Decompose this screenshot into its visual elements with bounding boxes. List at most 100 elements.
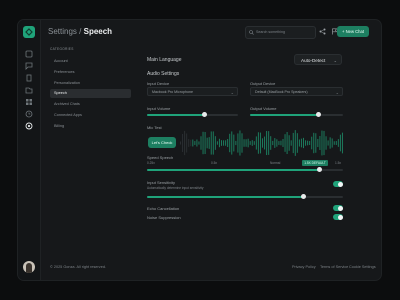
footer-terms-link[interactable]: Terms of Service	[320, 265, 348, 269]
new-chat-button[interactable]: + New Chat	[337, 26, 369, 37]
output-device-select[interactable]: Default (MacBook Pro Speakers) ⌄	[250, 87, 343, 96]
grid-icon[interactable]	[25, 98, 33, 106]
input-sensitivity-fill	[147, 196, 304, 198]
waveform-bar	[262, 138, 263, 148]
waveform-bar	[270, 136, 272, 150]
settings-gear-icon[interactable]	[25, 122, 33, 130]
share-icon[interactable]	[319, 28, 326, 35]
lets-check-button[interactable]: Let's Check	[148, 137, 176, 148]
waveform-bar	[223, 140, 225, 146]
waveform-bar	[309, 141, 311, 145]
breadcrumb-parent[interactable]: Settings	[48, 27, 77, 36]
waveform-bar	[278, 141, 280, 145]
waveform-bar	[182, 133, 184, 153]
document-icon[interactable]	[25, 74, 33, 82]
output-volume-slider[interactable]	[250, 112, 343, 117]
speed-fill	[147, 169, 320, 171]
icon-rail	[18, 20, 41, 280]
waveform-bar	[216, 141, 218, 145]
waveform-bar	[259, 132, 261, 154]
categories-title: CATEGORIES	[50, 47, 74, 51]
waveform-bar	[321, 130, 323, 156]
waveform-bar	[229, 133, 231, 153]
folder-icon[interactable]	[25, 86, 33, 94]
input-sensitivity-toggle[interactable]	[333, 181, 343, 187]
search-placeholder: Search something	[256, 30, 285, 34]
waveform-bar	[282, 139, 284, 147]
speed-speech-label: Speed Speech	[147, 155, 174, 160]
home-icon[interactable]	[25, 50, 33, 58]
input-sensitivity-slider[interactable]	[147, 194, 343, 199]
waveform-bar	[294, 130, 296, 156]
input-volume-slider[interactable]	[147, 112, 238, 117]
input-volume-label: Input Volume	[147, 106, 171, 111]
search-input[interactable]: Search something	[245, 26, 316, 39]
input-device-select[interactable]: Macbook Pro Microphone ⌄	[147, 87, 238, 96]
input-volume-knob[interactable]	[201, 112, 207, 117]
speed-default-tag: 1.5X DEFAULT	[302, 160, 328, 166]
waveform-bar	[225, 140, 227, 146]
main-language-select[interactable]: Auto-Detect ⌄	[294, 54, 342, 65]
footer-privacy-link[interactable]: Privacy Policy	[292, 265, 316, 269]
logo[interactable]	[23, 26, 35, 38]
waveform-bar	[245, 139, 247, 147]
speed-slider[interactable]	[147, 167, 343, 172]
waveform-bar	[198, 141, 200, 145]
output-volume-knob[interactable]	[316, 112, 322, 117]
footer-cookie-link[interactable]: Cookie Settings	[349, 265, 376, 269]
top-bar: Settings / Speech Search something + New…	[40, 20, 381, 44]
clock-icon[interactable]	[25, 110, 33, 118]
input-device-value: Macbook Pro Microphone	[152, 90, 193, 94]
waveform-bar	[323, 130, 325, 156]
waveform-bar	[319, 136, 321, 150]
mic-waveform	[180, 130, 343, 156]
breadcrumb-separator: /	[79, 27, 82, 36]
chat-icon[interactable]	[25, 62, 33, 70]
input-device-label: Input Device	[147, 81, 170, 86]
waveform-bar	[325, 136, 327, 150]
category-personalization[interactable]: Personalization	[50, 79, 131, 88]
waveform-bar	[204, 131, 206, 155]
waveform-bar	[200, 136, 202, 150]
waveform-bar	[192, 139, 194, 147]
output-device-label: Output Device	[250, 81, 276, 86]
logo-mark-icon	[25, 28, 33, 36]
waveform-bar	[214, 136, 216, 150]
waveform-bar	[296, 133, 298, 153]
speed-knob[interactable]	[316, 167, 322, 172]
waveform-bar	[341, 132, 343, 154]
chevron-down-icon: ⌄	[230, 90, 234, 95]
category-account[interactable]: Account	[50, 57, 131, 66]
category-billing[interactable]: Billing	[50, 122, 131, 131]
input-sensitivity-knob[interactable]	[301, 194, 307, 199]
waveform-bar	[303, 137, 304, 149]
speed-tick-normal: Normal	[270, 161, 281, 165]
breadcrumb: Settings / Speech	[48, 27, 112, 36]
waveform-bar	[276, 139, 278, 147]
mic-test-label: Mic Test	[147, 125, 162, 130]
waveform-bar	[208, 137, 210, 149]
waveform-bar	[243, 139, 245, 147]
waveform-bar	[235, 140, 237, 146]
user-avatar[interactable]	[23, 261, 35, 273]
category-preferences[interactable]: Preferences	[50, 68, 131, 77]
waveform-bar	[311, 136, 313, 150]
waveform-bar	[272, 140, 274, 146]
echo-cancellation-toggle[interactable]	[333, 205, 343, 211]
waveform-bar	[266, 130, 268, 156]
waveform-bar	[313, 132, 315, 154]
input-sensitivity-sub: Automatically determine input sensitivit…	[147, 186, 204, 190]
waveform-bar	[180, 141, 181, 145]
category-archived-chats[interactable]: Archived Chats	[50, 100, 131, 109]
category-connected-apps[interactable]: Connected Apps	[50, 111, 131, 120]
speed-tick-05: 0.5x	[211, 161, 218, 165]
waveform-bar	[194, 141, 196, 145]
waveform-bar	[257, 132, 259, 154]
category-speech[interactable]: Speech	[50, 89, 131, 98]
waveform-bar	[288, 135, 290, 151]
output-volume-fill	[250, 114, 319, 116]
noise-suppression-toggle[interactable]	[333, 214, 343, 220]
waveform-bar	[335, 141, 337, 145]
waveform-bar	[333, 141, 335, 145]
chevron-down-icon: ⌄	[333, 58, 337, 63]
